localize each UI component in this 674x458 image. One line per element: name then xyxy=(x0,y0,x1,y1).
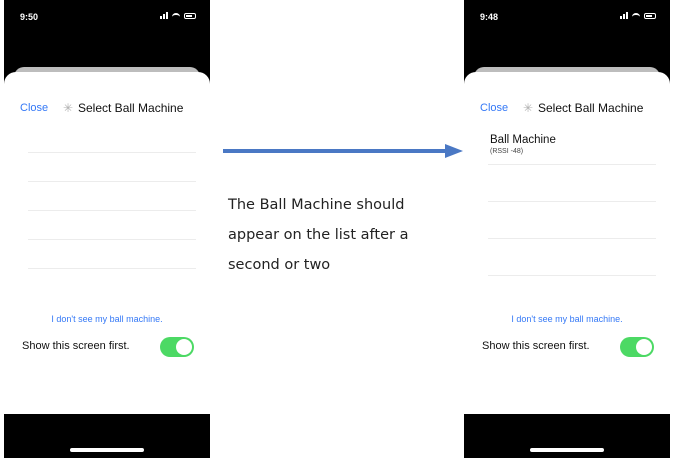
close-button[interactable]: Close xyxy=(480,102,508,114)
page-title: Select Ball Machine xyxy=(78,101,184,115)
device-name: Ball Machine xyxy=(490,134,556,146)
title-group: ✳ Select Ball Machine xyxy=(62,101,183,115)
list-separator xyxy=(28,181,196,182)
device-list xyxy=(28,152,196,297)
home-indicator xyxy=(530,448,604,452)
device-rssi: (RSSI -48) xyxy=(490,148,524,155)
status-time: 9:50 xyxy=(20,12,39,22)
wifi-icon xyxy=(172,12,180,19)
device-list xyxy=(488,164,656,312)
show-first-label: Show this screen first. xyxy=(482,340,590,352)
caption-text: The Ball Machine should appear on the li… xyxy=(228,197,409,273)
signal-icon xyxy=(620,12,628,19)
wifi-icon xyxy=(632,12,640,19)
right-arrow-icon xyxy=(223,144,463,158)
nav-bar: Close ✳ Select Ball Machine xyxy=(4,100,210,118)
status-time: 9:48 xyxy=(480,12,499,22)
battery-icon xyxy=(644,12,656,19)
modal-sheet: Close ✳ Select Ball Machine I don't see … xyxy=(4,72,210,414)
left-phone-screenshot: 9:50 Close ✳ Select Ball Machine I don't… xyxy=(4,0,210,458)
list-separator xyxy=(488,201,656,202)
list-separator xyxy=(488,275,656,276)
toggle-knob xyxy=(636,339,652,355)
list-separator xyxy=(488,238,656,239)
status-icons xyxy=(160,12,196,19)
spinner-icon: ✳ xyxy=(522,101,534,115)
nav-bar: Close ✳ Select Ball Machine xyxy=(464,100,670,118)
status-icons xyxy=(620,12,656,19)
show-first-label: Show this screen first. xyxy=(22,340,130,352)
right-phone-screenshot: 9:48 Close ✳ Select Ball Machine Ball Ma… xyxy=(464,0,670,458)
close-button[interactable]: Close xyxy=(20,102,48,114)
cant-see-link[interactable]: I don't see my ball machine. xyxy=(464,314,670,324)
modal-sheet: Close ✳ Select Ball Machine Ball Machine… xyxy=(464,72,670,414)
cant-see-link[interactable]: I don't see my ball machine. xyxy=(4,314,210,324)
device-list-item[interactable]: Ball Machine (RSSI -48) xyxy=(490,134,656,155)
toggle-knob xyxy=(176,339,192,355)
page-title: Select Ball Machine xyxy=(538,101,644,115)
battery-icon xyxy=(184,12,196,19)
list-separator xyxy=(28,210,196,211)
list-separator xyxy=(488,164,656,165)
show-first-toggle[interactable] xyxy=(620,337,654,357)
list-separator xyxy=(28,268,196,269)
status-bar: 9:50 xyxy=(4,10,210,26)
status-bar: 9:48 xyxy=(464,10,670,26)
list-separator xyxy=(28,239,196,240)
title-group: ✳ Select Ball Machine xyxy=(522,101,643,115)
spinner-icon: ✳ xyxy=(62,101,74,115)
list-separator xyxy=(28,152,196,153)
signal-icon xyxy=(160,12,168,19)
home-indicator xyxy=(70,448,144,452)
show-first-toggle[interactable] xyxy=(160,337,194,357)
